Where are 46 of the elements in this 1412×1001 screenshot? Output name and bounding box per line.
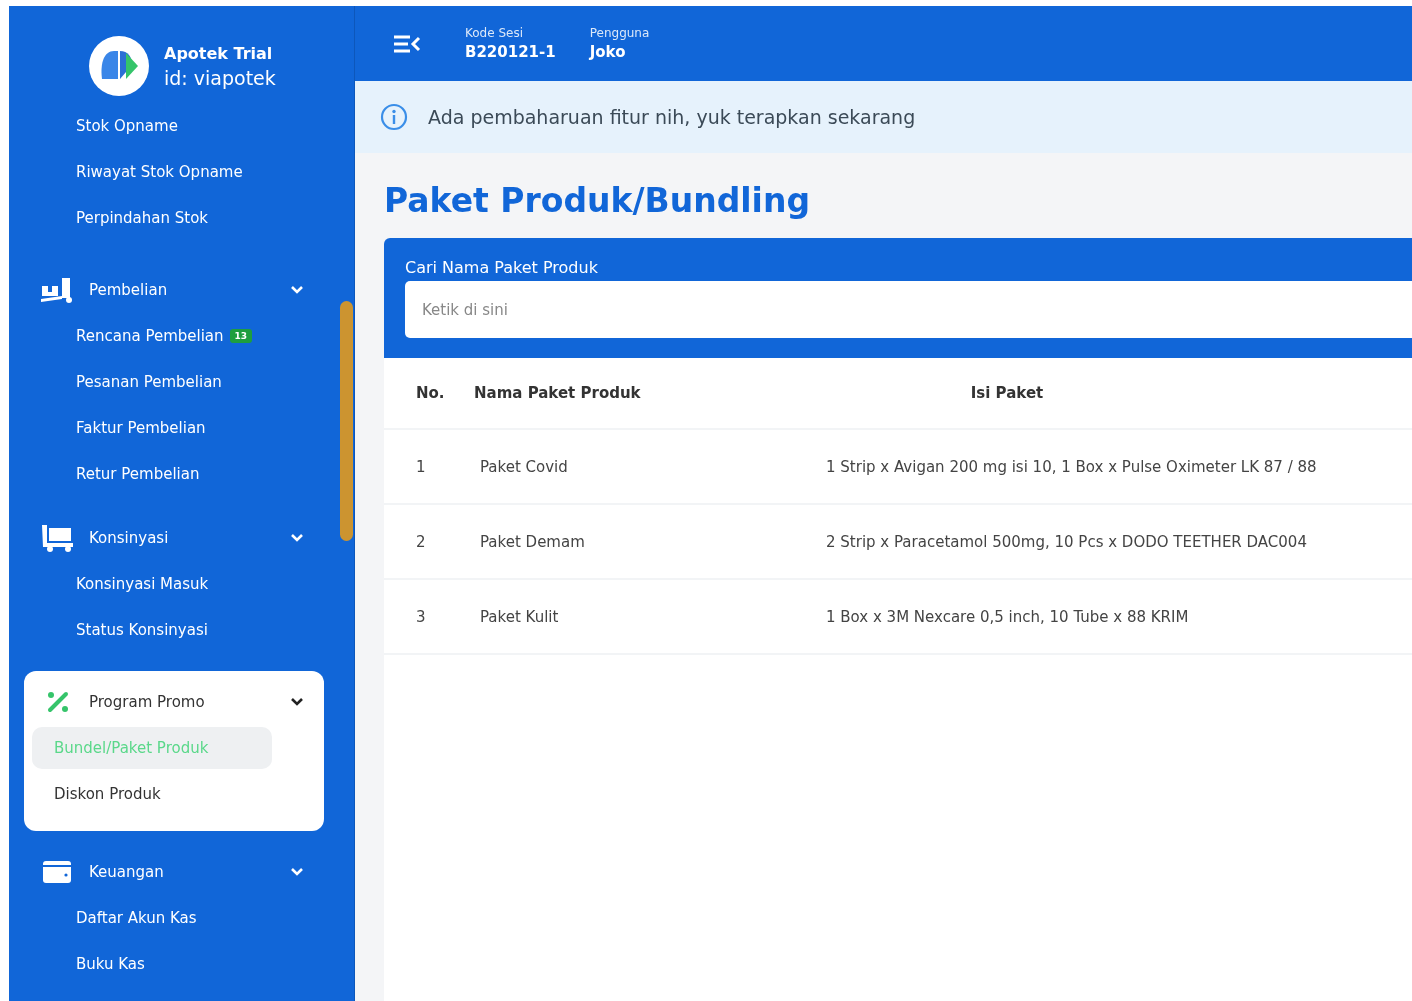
menu-item[interactable]: Daftar Akun Kas	[76, 909, 197, 927]
table-cell-text: 1 Strip x Avigan 200 mg isi 10, 1 Box x Pulse Oximeter LK 87 / 88	[826, 457, 1318, 476]
banner-text: Ada pembaharuan fitur nih, yuk terapkan sekarang	[428, 106, 916, 128]
menu-item[interactable]: Stok Opname	[76, 117, 178, 135]
menu-item[interactable]: Perpindahan Stok	[76, 209, 209, 227]
menu-group[interactable]: Program Promo	[89, 693, 290, 711]
menu-item[interactable]: Status Konsinyasi	[76, 621, 208, 639]
menu-item[interactable]: Pesanan Pembelian	[76, 373, 222, 391]
menu-group[interactable]: Keuangan	[89, 863, 290, 881]
count-badge: 13	[229, 329, 253, 343]
trolley-icon	[40, 524, 76, 552]
session-value: B220121-1	[465, 43, 556, 61]
table-cell-text: Paket Kulit	[479, 607, 560, 626]
menu-item[interactable]: Retur Pembelian	[76, 465, 200, 483]
column-header: Isi Paket	[969, 384, 1045, 402]
column-header: No.	[415, 384, 446, 402]
menu-item[interactable]: Konsinyasi Masuk	[76, 575, 209, 593]
search-field[interactable]: Ketik di sini	[405, 281, 1412, 338]
table-cell-text: 1 Box x 3M Nexcare 0,5 inch, 10 Tube x 88 KRIM	[826, 607, 1190, 626]
column-header: Nama Paket Produk	[474, 384, 642, 402]
table-cell-text: 3	[415, 607, 427, 626]
percent-icon	[47, 691, 69, 713]
session-label: Kode Sesi	[465, 26, 524, 40]
scrollbar-thumb[interactable]	[340, 301, 353, 541]
menu-group[interactable]: Konsinyasi	[89, 529, 290, 547]
session-value: Joko	[589, 43, 627, 61]
menu-item[interactable]: Riwayat Stok Opname	[76, 163, 243, 181]
table-cell-text: Paket Covid	[479, 457, 569, 476]
menu-item[interactable]: Diskon Produk	[54, 785, 161, 803]
chevron-icon[interactable]	[290, 697, 304, 707]
menu-item[interactable]: Faktur Pembelian	[76, 419, 206, 437]
session-label: Pengguna	[589, 26, 650, 40]
menu-group[interactable]: Pembelian	[89, 281, 290, 299]
menu-icon[interactable]	[393, 33, 421, 54]
menu-item[interactable]: Buku Kas	[76, 955, 145, 973]
table-cell-text: 1	[415, 457, 427, 476]
page-title: Paket Produk/Bundling	[384, 181, 812, 220]
search-label: Cari Nama Paket Produk	[405, 258, 599, 277]
menu-item[interactable]: Rencana Pembelian	[76, 327, 224, 345]
table-cell-text: 2 Strip x Paracetamol 500mg, 10 Pcs x DODO TEETHER DAC004	[826, 532, 1308, 551]
table-cell-text: 2	[415, 532, 427, 551]
table-cell-text: Paket Demam	[479, 532, 586, 551]
info-icon	[380, 103, 408, 131]
brand-id: id: viapotek	[164, 66, 276, 89]
logo-icon	[88, 35, 150, 97]
brand-name: Apotek Trial	[164, 43, 274, 63]
